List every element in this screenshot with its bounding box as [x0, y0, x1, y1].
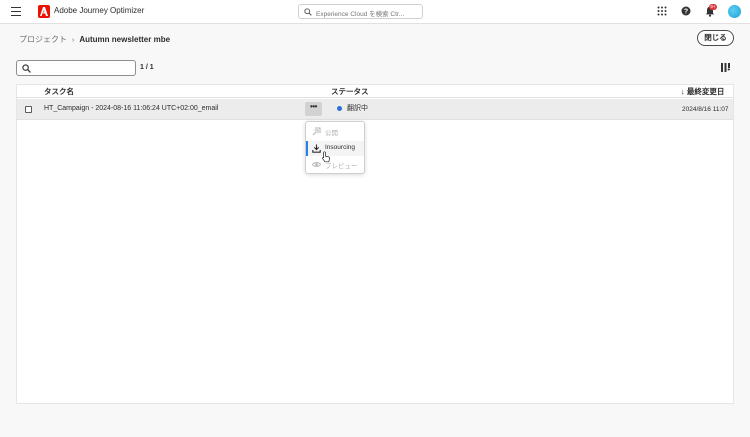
breadcrumb-parent[interactable]: プロジェクト — [19, 35, 67, 44]
column-settings-icon[interactable] — [721, 63, 730, 72]
global-search-input[interactable]: Experience Cloud を検索 Ctr... — [298, 4, 423, 19]
row-actions-menu: 公開 Insourcing プレビュー — [305, 121, 365, 174]
avatar[interactable] — [728, 5, 741, 18]
close-button[interactable]: 閉じる — [697, 30, 734, 46]
menu-item-preview[interactable]: プレビュー — [306, 157, 364, 172]
task-search-input[interactable] — [16, 60, 136, 76]
publish-icon — [312, 127, 321, 136]
task-name-cell[interactable]: HT_Campaign - 2024-08-16 11:06:24 UTC+02… — [44, 105, 218, 112]
menu-item-label: Insourcing — [325, 144, 355, 151]
apps-grid-icon[interactable] — [657, 6, 667, 16]
more-actions-button[interactable]: ••• — [305, 102, 322, 116]
status-dot-icon — [337, 106, 342, 111]
table-header-divider — [16, 97, 734, 98]
breadcrumb-current: Autumn newsletter mbe — [79, 35, 171, 44]
adobe-logo[interactable] — [38, 5, 50, 18]
column-header-status[interactable]: ステータス — [331, 86, 369, 97]
top-bar: Adobe Journey Optimizer Experience Cloud… — [0, 0, 750, 24]
row-checkbox[interactable] — [25, 106, 32, 113]
pointer-cursor-icon — [322, 151, 330, 163]
table-row-divider — [16, 119, 734, 120]
result-count: 1 / 1 — [140, 64, 154, 71]
status-cell: 翻訳中 — [347, 105, 368, 112]
column-header-task-name[interactable]: タスク名 — [44, 86, 74, 97]
app-title[interactable]: Adobe Journey Optimizer — [54, 6, 144, 15]
breadcrumb: プロジェクト › Autumn newsletter mbe — [19, 34, 170, 45]
menu-item-insourcing[interactable]: Insourcing — [306, 141, 364, 156]
download-icon — [312, 144, 321, 153]
last-modified-cell: 2024/8/16 11:07 — [682, 106, 729, 113]
global-search-placeholder: Experience Cloud を検索 Ctr... — [316, 11, 405, 18]
svg-text:?: ? — [684, 9, 688, 16]
search-icon — [304, 8, 312, 16]
task-table — [16, 84, 734, 404]
search-icon — [22, 64, 31, 73]
breadcrumb-separator: › — [72, 37, 75, 44]
column-header-last-modified[interactable]: ↓ 最終変更日 — [681, 86, 724, 97]
notification-badge: 9+ — [709, 4, 717, 10]
menu-item-label: 公開 — [325, 130, 338, 137]
menu-item-publish[interactable]: 公開 — [306, 124, 364, 139]
eye-icon — [312, 162, 321, 167]
help-icon[interactable]: ? — [681, 6, 691, 16]
menu-icon[interactable] — [11, 7, 21, 16]
